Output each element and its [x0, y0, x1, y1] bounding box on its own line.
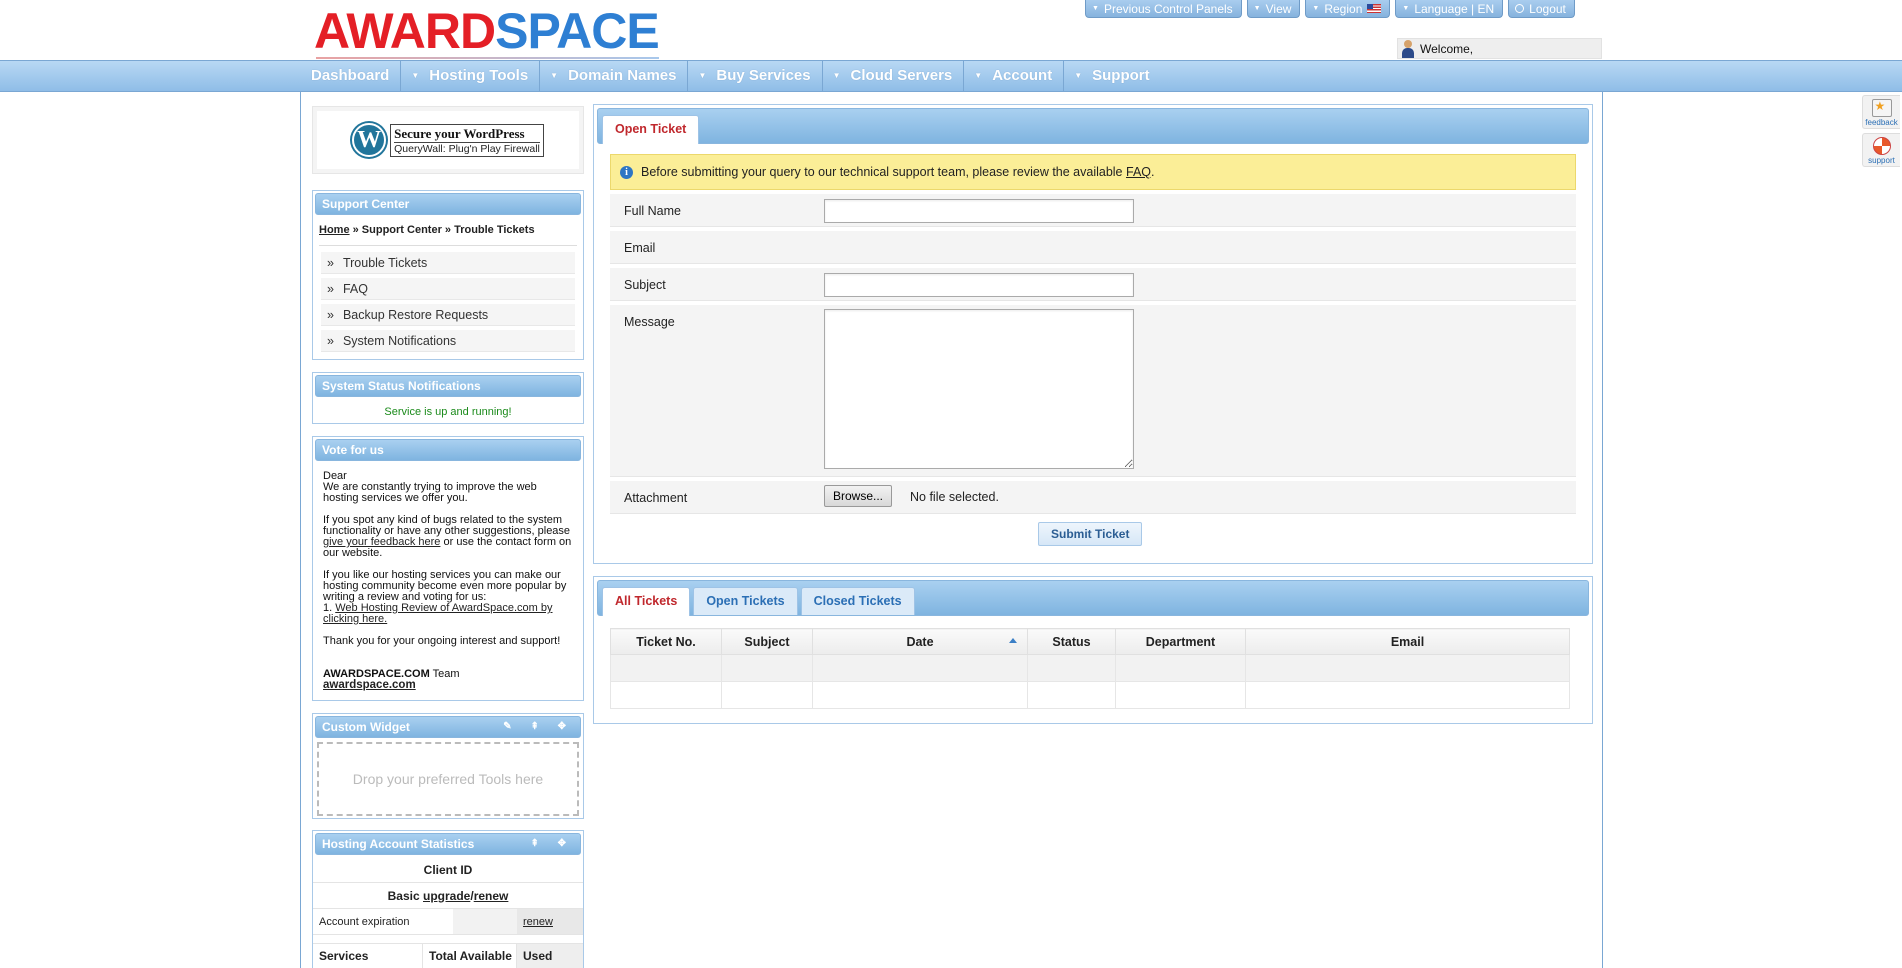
awardspace-logo[interactable]: AWARDSPACE	[314, 6, 660, 59]
nav-buy-services[interactable]: ▼ Buy Services	[687, 61, 821, 91]
col-subject[interactable]: Subject	[721, 628, 813, 655]
breadcrumb: Home » Support Center » Trouble Tickets	[319, 224, 577, 246]
nav-hosting-tools[interactable]: ▼ Hosting Tools	[400, 61, 539, 91]
page-container: W Secure your WordPress QueryWall: Plug'…	[300, 92, 1603, 968]
renew-link[interactable]: renew	[474, 889, 509, 903]
system-status-panel: System Status Notifications Service is u…	[312, 372, 584, 424]
table-row	[610, 654, 1570, 682]
awardspace-link[interactable]: awardspace.com	[323, 679, 416, 691]
tickets-table: Ticket No. Subject Date Status Departmen…	[610, 628, 1570, 709]
tab-all-tickets[interactable]: All Tickets	[602, 587, 691, 616]
faq-link[interactable]: FAQ	[1126, 165, 1151, 179]
upgrade-link[interactable]: upgrade	[423, 889, 470, 903]
sort-asc-icon	[1009, 638, 1017, 643]
nav-support[interactable]: ▼ Support	[1063, 61, 1160, 91]
support-center-panel: Support Center Home » Support Center » T…	[312, 190, 584, 360]
open-ticket-panel: Open Ticket i Before submitting your que…	[593, 104, 1593, 564]
col-department[interactable]: Department	[1115, 628, 1246, 655]
breadcrumb-home-link[interactable]: Home	[319, 224, 350, 236]
support-link-backup-restore[interactable]: » Backup Restore Requests	[321, 304, 575, 326]
header: AWARDSPACE ▼ Previous Control Panels ▼ Vie…	[0, 0, 1902, 60]
language-button[interactable]: ▼ Language | EN	[1395, 0, 1504, 18]
support-links: » Trouble Tickets » FAQ » Backup Restore Re…	[321, 252, 575, 352]
col-ticket-no[interactable]: Ticket No.	[610, 628, 722, 655]
email-row: Email	[610, 231, 1576, 264]
status-message: Service is up and running!	[384, 406, 512, 418]
col-date[interactable]: Date	[812, 628, 1028, 655]
chevron-down-icon: ▼	[698, 71, 707, 80]
welcome-user[interactable]: Welcome,	[1397, 38, 1602, 59]
nav-cloud-servers[interactable]: ▼ Cloud Servers	[821, 61, 964, 91]
previous-control-panels-button[interactable]: ▼ Previous Control Panels	[1085, 0, 1242, 18]
top-toolbar: ▼ Previous Control Panels ▼ View ▼ Region ▼…	[1085, 0, 1575, 18]
file-status: No file selected.	[910, 490, 999, 504]
expiration-row: Account expiration renew	[313, 909, 583, 935]
panel-title: Hosting Account Statistics	[322, 837, 475, 851]
chevron-down-icon: ▼	[974, 71, 983, 80]
browse-button[interactable]: Browse...	[824, 485, 893, 507]
plan-row: Basic upgrade / renew	[313, 883, 583, 909]
col-status[interactable]: Status	[1027, 628, 1116, 655]
chevron-down-icon: ▼	[550, 71, 559, 80]
services-header: Services Total Available Used	[313, 943, 583, 968]
support-link-faq[interactable]: » FAQ	[321, 278, 575, 300]
feedback-icon	[1871, 99, 1892, 117]
nav-domain-names[interactable]: ▼ Domain Names	[539, 61, 687, 91]
tab-open-tickets[interactable]: Open Tickets	[693, 587, 798, 615]
view-button[interactable]: ▼ View	[1246, 0, 1301, 18]
chevron-down-icon: ▼	[1092, 4, 1099, 12]
client-id: Client ID	[313, 857, 583, 883]
chevron-down-icon: ▼	[1402, 4, 1410, 12]
widget-tools-icons[interactable]: ⇞ ✥	[530, 834, 574, 854]
panel-title: Custom Widget	[322, 720, 410, 734]
panel-title: Support Center	[315, 193, 581, 215]
message-textarea[interactable]	[824, 309, 1134, 469]
subject-input[interactable]	[824, 273, 1134, 297]
user-icon	[1401, 39, 1415, 58]
faq-notice: i Before submitting your query to our te…	[610, 154, 1576, 190]
message-row: Message	[610, 305, 1576, 477]
chevron-down-icon: ▼	[1253, 4, 1261, 12]
panel-title: Vote for us	[315, 439, 581, 461]
custom-widget-panel: Custom Widget ✎ ⇞ ✥ Drop your preferred T…	[312, 713, 584, 819]
ticket-list-panel: All Tickets Open Tickets Closed Tickets …	[593, 576, 1593, 724]
wordpress-security-banner[interactable]: W Secure your WordPress QueryWall: Plug'…	[312, 106, 584, 174]
tab-closed-tickets[interactable]: Closed Tickets	[800, 587, 915, 615]
submit-ticket-button[interactable]: Submit Ticket	[1038, 522, 1143, 546]
chevron-down-icon: ▼	[1312, 4, 1320, 12]
nav-account[interactable]: ▼ Account	[963, 61, 1063, 91]
panel-title: System Status Notifications	[315, 375, 581, 397]
logout-button[interactable]: Logout	[1508, 0, 1575, 18]
region-button[interactable]: ▼ Region	[1305, 0, 1391, 18]
tab-open-ticket[interactable]: Open Ticket	[602, 115, 700, 144]
expiration-renew-link[interactable]: renew	[523, 916, 553, 928]
vote-for-us-panel: Vote for us Dear We are constantly trying…	[312, 436, 584, 701]
chevron-down-icon: ▼	[411, 71, 420, 80]
support-link-trouble-tickets[interactable]: » Trouble Tickets	[321, 252, 575, 274]
nav-dashboard[interactable]: Dashboard	[301, 61, 400, 91]
support-link-system-notifications[interactable]: » System Notifications	[321, 330, 575, 352]
subject-row: Subject	[610, 268, 1576, 301]
attachment-row: Attachment Browse... No file selected.	[610, 481, 1576, 514]
support-side-tab[interactable]: support	[1862, 133, 1900, 167]
info-icon: i	[620, 165, 633, 179]
chevron-down-icon: ▼	[1074, 71, 1083, 80]
full-name-input[interactable]	[824, 199, 1134, 223]
chevron-down-icon: ▼	[832, 71, 841, 80]
us-flag-icon	[1367, 4, 1382, 13]
wordpress-logo-icon: W	[352, 123, 387, 157]
col-email[interactable]: Email	[1245, 628, 1570, 655]
widget-dropzone[interactable]: Drop your preferred Tools here	[317, 742, 579, 816]
full-name-row: Full Name	[610, 194, 1576, 227]
review-link[interactable]: Web Hosting Review of AwardSpace.com by …	[323, 602, 553, 625]
widget-tools-icons[interactable]: ✎ ⇞ ✥	[503, 717, 574, 737]
feedback-side-tab[interactable]: feedback	[1862, 95, 1900, 129]
lifebuoy-icon	[1872, 137, 1891, 155]
main-nav: Dashboard ▼ Hosting Tools ▼ Domain Names ▼…	[0, 60, 1902, 92]
power-icon	[1515, 4, 1525, 13]
hosting-statistics-panel: Hosting Account Statistics ⇞ ✥ Client ID …	[312, 830, 584, 968]
table-row	[610, 681, 1570, 709]
